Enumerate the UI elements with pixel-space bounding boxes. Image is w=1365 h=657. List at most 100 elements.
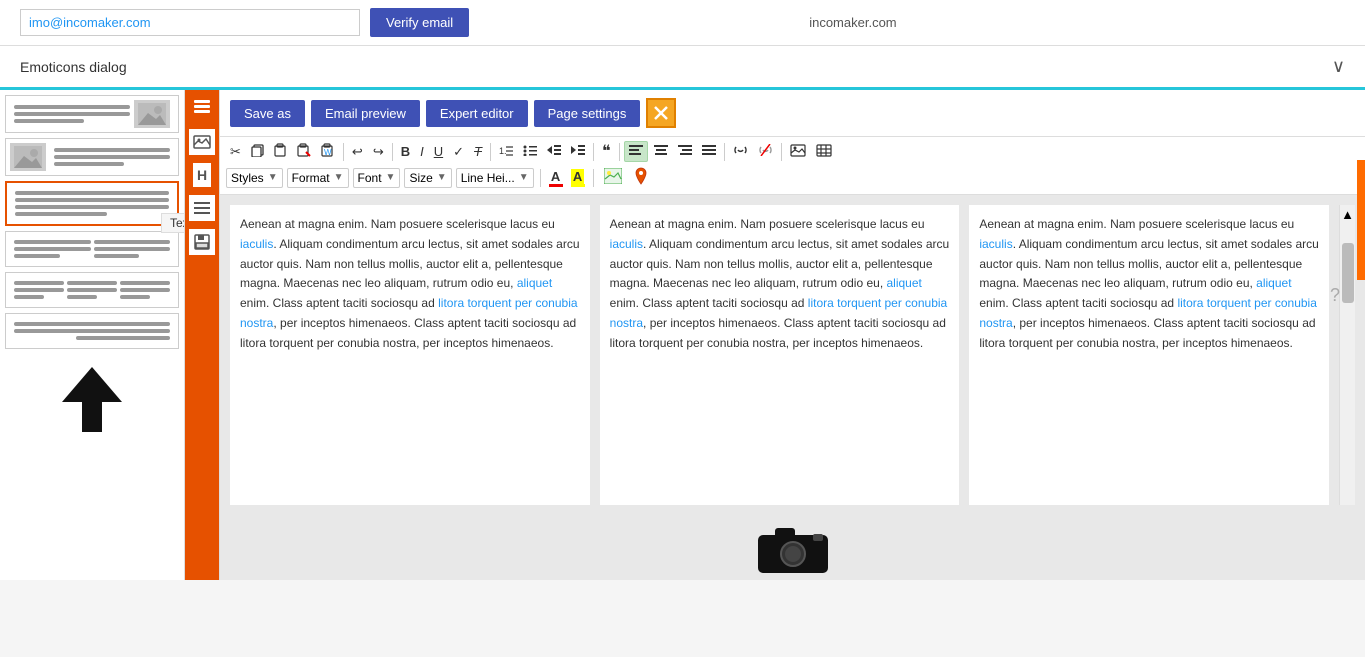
unlink-button[interactable]	[754, 142, 777, 161]
check-button[interactable]: ✓	[449, 142, 468, 162]
save-as-button[interactable]: Save as	[230, 100, 305, 127]
copy-button[interactable]	[247, 142, 268, 162]
content-area: Aenean at magna enim. Nam posuere sceler…	[220, 195, 1365, 515]
upload-area	[5, 354, 179, 444]
insert-table-button[interactable]	[812, 142, 836, 162]
block-item-text-image[interactable]	[5, 95, 179, 133]
svg-text:1.: 1.	[499, 146, 507, 156]
italic-button[interactable]: I	[416, 142, 428, 161]
cut-button[interactable]: ✂	[226, 142, 245, 162]
separator-color	[540, 169, 541, 187]
font-color-button[interactable]: A	[547, 167, 565, 189]
icon-save[interactable]	[189, 229, 215, 255]
location-button[interactable]	[630, 165, 652, 190]
help-icon[interactable]: ?	[1330, 285, 1340, 306]
icon-image[interactable]	[189, 129, 215, 155]
align-right-button[interactable]	[674, 142, 696, 161]
link-litora-1[interactable]: litora torquent per conubia nostra	[240, 296, 578, 330]
icon-layout-active[interactable]	[189, 95, 215, 121]
cancel-icon[interactable]	[646, 98, 676, 128]
content-column-1: Aenean at magna enim. Nam posuere sceler…	[230, 205, 590, 505]
remove-format-button[interactable]: T	[470, 142, 486, 161]
link-aliquet-1[interactable]: aliquet	[517, 276, 552, 290]
verify-email-button[interactable]: Verify email	[370, 8, 469, 37]
indent-button[interactable]	[567, 142, 589, 161]
paste-button[interactable]	[270, 141, 291, 162]
top-bar: Verify email incomaker.com	[0, 0, 1365, 46]
content-column-3: Aenean at magna enim. Nam posuere sceler…	[969, 205, 1329, 505]
icon-heading[interactable]: H	[193, 163, 211, 187]
block-thumbnail-img2	[10, 143, 46, 171]
link-iaculis-3[interactable]: iaculis	[979, 237, 1012, 251]
toolbar-dropdowns-row: Styles ▼ Format ▼ Font ▼ Size ▼	[226, 165, 1359, 190]
styles-dropdown[interactable]: Styles ▼	[226, 168, 283, 188]
paste-plain-button[interactable]	[293, 141, 315, 162]
link-iaculis-1[interactable]: iaculis	[240, 237, 273, 251]
link-button[interactable]	[729, 142, 752, 161]
format-arrow-icon: ▼	[334, 172, 344, 183]
underline-button[interactable]: U	[430, 142, 447, 161]
email-preview-button[interactable]: Email preview	[311, 100, 420, 127]
align-center-button[interactable]	[650, 142, 672, 161]
block-icon-strip: H	[185, 90, 220, 580]
format-label: Format	[292, 171, 330, 185]
justify-button[interactable]	[698, 142, 720, 161]
email-input[interactable]	[20, 9, 360, 36]
font-dropdown[interactable]: Font ▼	[353, 168, 401, 188]
block-thumbnail-image	[134, 100, 170, 128]
emoticons-chevron-icon: ∨	[1332, 56, 1345, 77]
paste-word-button[interactable]: W	[317, 141, 339, 162]
separator-3	[490, 143, 491, 161]
link-aliquet-3[interactable]: aliquet	[1256, 276, 1291, 290]
content-column-2: Aenean at magna enim. Nam posuere sceler…	[600, 205, 960, 505]
redo-button[interactable]: ↪	[369, 142, 388, 162]
block-item-text-right[interactable]: Text	[5, 313, 179, 349]
right-accent-bar	[1357, 160, 1365, 280]
icon-list[interactable]	[189, 195, 215, 221]
size-label: Size	[409, 171, 432, 185]
blockquote-button[interactable]: ❝	[598, 142, 615, 162]
domain-text: incomaker.com	[809, 15, 896, 30]
font-arrow-icon: ▼	[386, 172, 396, 183]
block-item-three-col[interactable]	[5, 272, 179, 308]
outdent-button[interactable]	[543, 142, 565, 161]
link-iaculis-2[interactable]: iaculis	[610, 237, 643, 251]
image-button-2[interactable]	[600, 166, 626, 189]
insert-image-button[interactable]	[786, 142, 810, 162]
unordered-list-button[interactable]	[519, 142, 541, 161]
expert-editor-button[interactable]: Expert editor	[426, 100, 528, 127]
scrollbar-thumb[interactable]	[1342, 243, 1354, 303]
page-settings-button[interactable]: Page settings	[534, 100, 641, 127]
block-item-text-only[interactable]	[5, 181, 179, 226]
undo-button[interactable]: ↩	[348, 142, 367, 162]
separator-6	[724, 143, 725, 161]
svg-text:W: W	[324, 148, 332, 157]
align-left-button[interactable]	[624, 141, 648, 162]
link-litora-3[interactable]: litora torquent per conubia nostra	[979, 296, 1317, 330]
bg-color-button[interactable]: A	[569, 167, 587, 189]
editor-content-area: Save as Email preview Expert editor Page…	[220, 90, 1365, 580]
line-height-dropdown[interactable]: Line Hei... ▼	[456, 168, 534, 188]
styles-arrow-icon: ▼	[268, 172, 278, 183]
bottom-image-area	[220, 515, 1365, 580]
separator-img2	[593, 169, 594, 187]
toolbar-row-buttons: ✂ W ↩	[226, 141, 1359, 162]
emoticons-dialog-label: Emoticons dialog	[20, 59, 127, 75]
camera-icon	[753, 520, 833, 575]
link-litora-2[interactable]: litora torquent per conubia nostra	[610, 296, 948, 330]
block-item-image-text[interactable]	[5, 138, 179, 176]
separator-1	[343, 143, 344, 161]
link-aliquet-2[interactable]: aliquet	[887, 276, 922, 290]
bold-button[interactable]: B	[397, 142, 414, 161]
action-buttons-bar: Save as Email preview Expert editor Page…	[220, 90, 1365, 137]
font-label: Font	[358, 171, 382, 185]
block-tooltip: Text	[161, 213, 185, 233]
styles-label: Styles	[231, 171, 264, 185]
format-dropdown[interactable]: Format ▼	[287, 168, 349, 188]
emoticons-dialog-bar[interactable]: Emoticons dialog ∨	[0, 46, 1365, 90]
block-item-two-col[interactable]	[5, 231, 179, 267]
scrollbar[interactable]: ▲	[1339, 205, 1355, 505]
ordered-list-button[interactable]: 1.	[495, 142, 517, 161]
size-dropdown[interactable]: Size ▼	[404, 168, 451, 188]
separator-2	[392, 143, 393, 161]
